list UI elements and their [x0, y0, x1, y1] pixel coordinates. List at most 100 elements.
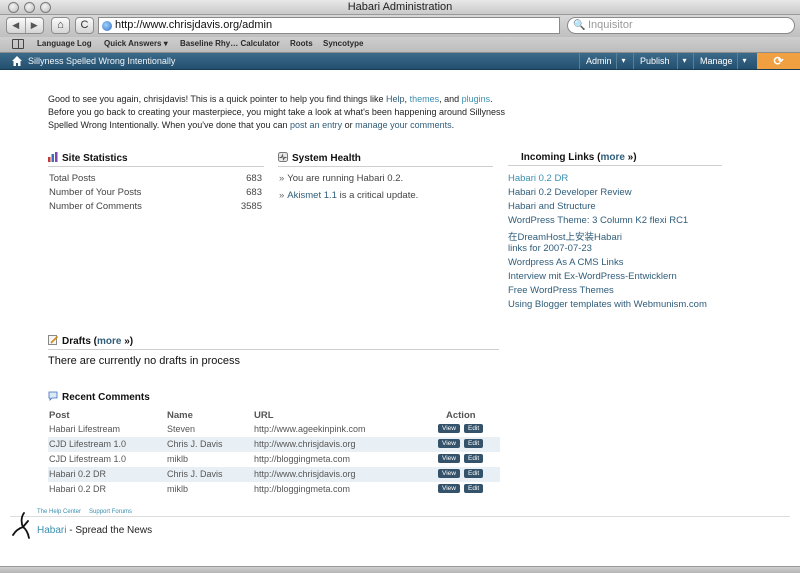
publish-menu-dropdown-icon[interactable]: ▾: [677, 53, 691, 69]
logout-button[interactable]: ⟳: [757, 53, 800, 69]
incoming-link[interactable]: links for 2007-07-23: [508, 243, 592, 254]
support-forums-link[interactable]: Support Forums: [89, 509, 132, 515]
welcome-text: Good to see you again, chrisjdavis! This…: [48, 94, 387, 104]
view-button[interactable]: View: [438, 424, 460, 433]
edit-button[interactable]: Edit: [464, 439, 484, 448]
comment-author: miklb: [167, 484, 189, 494]
stat-label: Total Posts: [49, 173, 96, 184]
window-title: Habari Administration: [347, 1, 453, 13]
bookmark-item[interactable]: Roots: [290, 39, 313, 48]
comment-bubble-icon: [48, 391, 58, 401]
stat-value: 683: [246, 173, 262, 184]
table-row: CJD Lifestream 1.0 miklb http://blogging…: [48, 452, 500, 467]
health-monitor-icon: [278, 152, 288, 162]
publish-menu[interactable]: Publish: [633, 53, 677, 69]
column-header-url: URL: [254, 410, 274, 421]
recent-comments-title-text: Recent Comments: [62, 392, 150, 403]
comment-url: http://bloggingmeta.com: [254, 484, 351, 494]
system-health-title-text: System Health: [292, 153, 361, 164]
browser-status-bar: [0, 566, 800, 573]
address-bar[interactable]: http://www.chrisjdavis.org/admin: [98, 17, 560, 34]
edit-button[interactable]: Edit: [464, 454, 484, 463]
bookmarks-book-icon[interactable]: [12, 39, 24, 49]
edit-button[interactable]: Edit: [464, 424, 484, 433]
bookmarks-bar: Language Log Quick Answers ▾ Baseline Rh…: [0, 37, 800, 53]
stat-row: Total Posts 683: [49, 173, 262, 184]
forward-button[interactable]: ▶: [24, 18, 44, 33]
health-item: » Akismet 1.1 is a critical update.: [279, 190, 418, 201]
themes-link[interactable]: themes: [410, 94, 440, 104]
window-titlebar: Habari Administration: [0, 0, 800, 15]
drafts-title-end: »): [121, 336, 134, 347]
column-header-post: Post: [49, 410, 70, 421]
stat-label: Number of Your Posts: [49, 187, 142, 198]
bookmark-item[interactable]: Baseline Rhy… Calculator: [180, 39, 280, 48]
drafts-empty-message: There are currently no drafts in process: [48, 355, 240, 367]
comment-post: Habari Lifestream: [49, 424, 121, 434]
welcome-text: .: [451, 120, 455, 130]
search-field[interactable]: 🔍 Inquisitor: [567, 17, 795, 34]
search-placeholder: Inquisitor: [588, 19, 633, 31]
manage-comments-link[interactable]: manage your comments: [355, 120, 452, 130]
comment-post: CJD Lifestream 1.0: [49, 439, 127, 449]
reload-button[interactable]: C: [75, 17, 94, 34]
bar-chart-icon: [48, 152, 58, 162]
comment-url: http://www.chrisjdavis.org: [254, 439, 356, 449]
comment-post: Habari 0.2 DR: [49, 469, 107, 479]
incoming-link[interactable]: Habari 0.2 Developer Review: [508, 187, 632, 198]
incoming-link[interactable]: Wordpress As A CMS Links: [508, 257, 623, 268]
welcome-text: or: [342, 120, 356, 130]
recent-comments-title: Recent Comments: [48, 391, 499, 405]
incoming-link[interactable]: Habari and Structure: [508, 201, 596, 212]
help-center-link[interactable]: The Help Center: [37, 509, 81, 515]
admin-menu[interactable]: Admin: [579, 53, 616, 69]
view-button[interactable]: View: [438, 454, 460, 463]
search-icon: 🔍: [573, 20, 586, 31]
incoming-link[interactable]: 在DreamHost上安装Habari: [508, 229, 622, 243]
site-statistics-title: Site Statistics: [48, 152, 264, 167]
akismet-update-link[interactable]: Akismet 1.1: [287, 190, 337, 201]
bookmark-item[interactable]: Language Log: [37, 39, 92, 48]
stat-row: Number of Comments 3585: [49, 201, 262, 212]
view-button[interactable]: View: [438, 439, 460, 448]
comment-url: http://www.ageekinpink.com: [254, 424, 366, 434]
bookmark-item[interactable]: Syncotype: [323, 39, 363, 48]
edit-button[interactable]: Edit: [464, 484, 484, 493]
table-row: Habari 0.2 DR Chris J. Davis http://www.…: [48, 467, 500, 482]
incoming-link[interactable]: Habari 0.2 DR: [508, 173, 568, 184]
plugins-link[interactable]: plugins: [462, 94, 491, 104]
view-button[interactable]: View: [438, 484, 460, 493]
system-health-title: System Health: [278, 152, 493, 167]
drafts-more-link[interactable]: more: [97, 336, 121, 347]
bullet-arrow-icon: »: [279, 190, 285, 201]
incoming-link[interactable]: Interview mit Ex-WordPress-Entwicklern: [508, 271, 677, 282]
incoming-link[interactable]: Using Blogger templates with Webmunism.c…: [508, 299, 707, 310]
edit-button[interactable]: Edit: [464, 469, 484, 478]
drafts-pencil-icon: [48, 335, 58, 345]
manage-menu-dropdown-icon[interactable]: ▾: [737, 53, 751, 69]
admin-bar: Sillyness Spelled Wrong Intentionally Ad…: [0, 53, 800, 70]
comment-author: Steven: [167, 424, 196, 434]
comment-url: http://bloggingmeta.com: [254, 454, 351, 464]
admin-menu-dropdown-icon[interactable]: ▾: [616, 53, 630, 69]
bookmark-item[interactable]: Quick Answers ▾: [104, 39, 168, 48]
manage-menu[interactable]: Manage: [693, 53, 737, 69]
site-title[interactable]: Sillyness Spelled Wrong Intentionally: [28, 56, 175, 66]
home-button[interactable]: ⌂: [51, 17, 70, 34]
incoming-links-more-link[interactable]: more: [600, 152, 624, 163]
footer-tagline: - Spread the News: [66, 525, 153, 536]
table-row: Habari Lifestream Steven http://www.agee…: [48, 422, 500, 437]
incoming-link[interactable]: WordPress Theme: 3 Column K2 flexi RC1: [508, 215, 688, 226]
help-link[interactable]: Help: [386, 94, 405, 104]
post-entry-link[interactable]: post an entry: [290, 120, 342, 130]
incoming-link[interactable]: Free WordPress Themes: [508, 285, 614, 296]
incoming-links-title: Incoming Links (more »): [508, 152, 722, 166]
view-button[interactable]: View: [438, 469, 460, 478]
home-icon[interactable]: [12, 56, 22, 66]
dashboard-page: Good to see you again, chrisjdavis! This…: [0, 70, 800, 566]
back-button[interactable]: ◀: [7, 18, 25, 33]
stat-label: Number of Comments: [49, 201, 142, 212]
habari-link[interactable]: Habari: [37, 525, 66, 536]
bullet-arrow-icon: »: [279, 173, 285, 184]
column-header-action: Action: [446, 410, 476, 421]
